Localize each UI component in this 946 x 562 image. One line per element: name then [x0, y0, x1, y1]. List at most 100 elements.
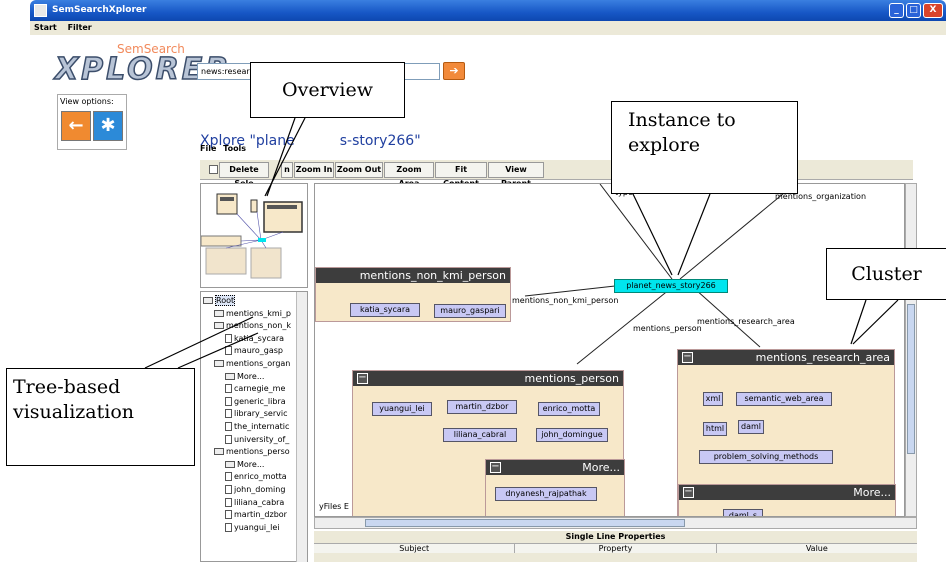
node-martin-dzbor[interactable]: martin_dzbor: [447, 400, 517, 414]
cluster-non-kmi[interactable]: mentions_non_kmi_person katia_sycara mau…: [315, 267, 511, 322]
document-icon: [225, 497, 232, 507]
minimize-button[interactable]: _: [889, 3, 904, 18]
properties-panel: Single Line Properties Subject Property …: [314, 531, 917, 562]
folder-icon: [214, 448, 224, 456]
close-button[interactable]: X: [923, 3, 943, 18]
view-options-panel: View options: ← ✱: [57, 94, 127, 150]
search-go-button[interactable]: ➔: [443, 62, 465, 80]
menu-filter[interactable]: Filter: [68, 23, 92, 32]
node-katia-sycara[interactable]: katia_sycara: [350, 303, 420, 317]
delete-selection-button[interactable]: Delete Sele: [219, 162, 269, 188]
tree-item-label: university_of_: [234, 434, 290, 444]
node-problem-solving-methods[interactable]: problem_solving_methods: [699, 450, 833, 464]
cluster-header: More...: [486, 460, 624, 475]
properties-title: Single Line Properties: [565, 532, 666, 541]
node-enrico-motta[interactable]: enrico_motta: [538, 402, 600, 416]
tree-item-label: enrico_motta: [234, 472, 287, 482]
cluster-research-more[interactable]: More... − daml_s: [678, 484, 896, 516]
node-mauro-gaspari[interactable]: mauro_gaspari: [434, 304, 506, 318]
node-xml[interactable]: xml: [703, 392, 723, 406]
collapse-icon[interactable]: −: [682, 352, 693, 363]
collapse-icon[interactable]: −: [683, 487, 694, 498]
tree-scrollbar[interactable]: [296, 292, 307, 562]
callout-overview: Overview: [250, 62, 405, 118]
graph-canvas[interactable]: type mentions_organization mentions_non_…: [314, 183, 905, 517]
folder-icon: [214, 309, 224, 317]
center-node[interactable]: planet_news_story266: [614, 279, 728, 293]
node-daml[interactable]: daml: [738, 420, 764, 434]
tree-panel: Root mentions_kmi_p mentions_non_k katia_sy…: [200, 291, 308, 562]
edge-label-mentions-research-area: mentions_research_area: [697, 317, 795, 326]
delete-selection-button-tail[interactable]: n: [281, 162, 293, 178]
callout-cluster: Cluster: [826, 248, 946, 300]
tree-item[interactable]: the_internatic: [225, 421, 289, 433]
collapse-icon[interactable]: −: [357, 373, 368, 384]
tree-item[interactable]: mentions_kmi_p: [214, 308, 291, 320]
tree-item-label: generic_libra: [234, 396, 286, 406]
node-yuangui-lei[interactable]: yuangui_lei: [372, 402, 432, 416]
view-parent-button[interactable]: View Parent: [488, 162, 544, 188]
tree-item[interactable]: mentions_organ: [214, 358, 290, 370]
tree-item[interactable]: university_of_: [225, 434, 289, 446]
callout-instance: Instance to explore: [611, 101, 798, 194]
tree-item[interactable]: mentions_perso: [214, 446, 290, 458]
tree-item[interactable]: generic_libra: [225, 396, 286, 408]
tree-item[interactable]: katia_sycara: [225, 333, 284, 345]
folder-icon: [214, 360, 224, 367]
document-icon: [225, 333, 232, 343]
menu-tools[interactable]: Tools: [223, 144, 246, 153]
cluster-person-more[interactable]: More... − dnyanesh_rajpathak: [485, 459, 625, 516]
zoom-in-button[interactable]: Zoom In: [294, 162, 334, 178]
tree-item[interactable]: Root: [203, 295, 236, 307]
cluster-person[interactable]: mentions_person − yuangui_lei martin_dzb…: [352, 370, 625, 516]
column-value[interactable]: Value: [717, 544, 917, 553]
zoom-area-button[interactable]: Zoom Area: [384, 162, 434, 188]
node-html[interactable]: html: [703, 422, 727, 436]
tree-item[interactable]: More...: [225, 371, 264, 383]
graph-horizontal-scrollbar[interactable]: [314, 517, 917, 529]
graph-vertical-scrollbar[interactable]: [905, 183, 917, 517]
explore-snowflake-icon[interactable]: ✱: [93, 111, 123, 141]
graph-toolbar: Delete Sele n Zoom In Zoom Out Zoom Area…: [200, 160, 913, 188]
collapse-icon[interactable]: −: [490, 462, 501, 473]
node-liliana-cabral[interactable]: liliana_cabral: [443, 428, 517, 442]
tree-item[interactable]: carnegie_me: [225, 383, 285, 395]
tree-item-label: liliana_cabra: [234, 497, 285, 507]
tree-item-label: mentions_organ: [226, 359, 291, 368]
maximize-button[interactable]: □: [906, 3, 921, 18]
tree-item[interactable]: mauro_gasp: [225, 345, 283, 357]
column-property[interactable]: Property: [515, 544, 717, 553]
edge-label-mentions-person: mentions_person: [633, 324, 702, 333]
node-john-domingue[interactable]: john_domingue: [536, 428, 608, 442]
document-icon: [225, 510, 232, 520]
node-daml-s[interactable]: daml_s: [723, 509, 763, 516]
menu-file[interactable]: File: [200, 144, 216, 153]
folder-icon: [214, 322, 224, 330]
zoom-out-button[interactable]: Zoom Out: [335, 162, 383, 178]
tree-item-label: mentions_perso: [226, 447, 290, 457]
tree-item[interactable]: john_doming: [225, 484, 285, 496]
menu-start[interactable]: Start: [34, 23, 57, 32]
document-icon: [225, 384, 232, 394]
column-subject[interactable]: Subject: [314, 544, 516, 553]
tree-item[interactable]: liliana_cabra: [225, 497, 284, 509]
node-semantic-web-area[interactable]: semantic_web_area: [736, 392, 832, 406]
tree-item-label: john_doming: [234, 485, 286, 494]
fit-content-button[interactable]: Fit Content: [435, 162, 487, 188]
folder-icon: [225, 460, 235, 468]
app-icon: [34, 4, 47, 17]
tree-item[interactable]: enrico_motta: [225, 471, 287, 483]
edge-label-mentions-non-kmi-person: mentions_non_kmi_person: [512, 296, 619, 305]
document-icon: [225, 396, 232, 406]
toolbar-checkbox[interactable]: [209, 165, 218, 174]
node-dnyanesh-rajpathak[interactable]: dnyanesh_rajpathak: [495, 487, 597, 501]
folder-icon: [225, 372, 235, 380]
back-arrow-icon[interactable]: ←: [61, 111, 91, 141]
tree-item[interactable]: mentions_non_k: [214, 320, 291, 332]
tree-item[interactable]: martin_dzbor: [225, 509, 287, 521]
cluster-research-area[interactable]: mentions_research_area − xml semantic_we…: [677, 349, 896, 516]
tree-item[interactable]: yuangui_lei: [225, 522, 280, 534]
tree-item[interactable]: library_servic: [225, 408, 287, 420]
cluster-header: mentions_research_area: [678, 350, 894, 365]
tree-item[interactable]: More...: [225, 459, 264, 471]
